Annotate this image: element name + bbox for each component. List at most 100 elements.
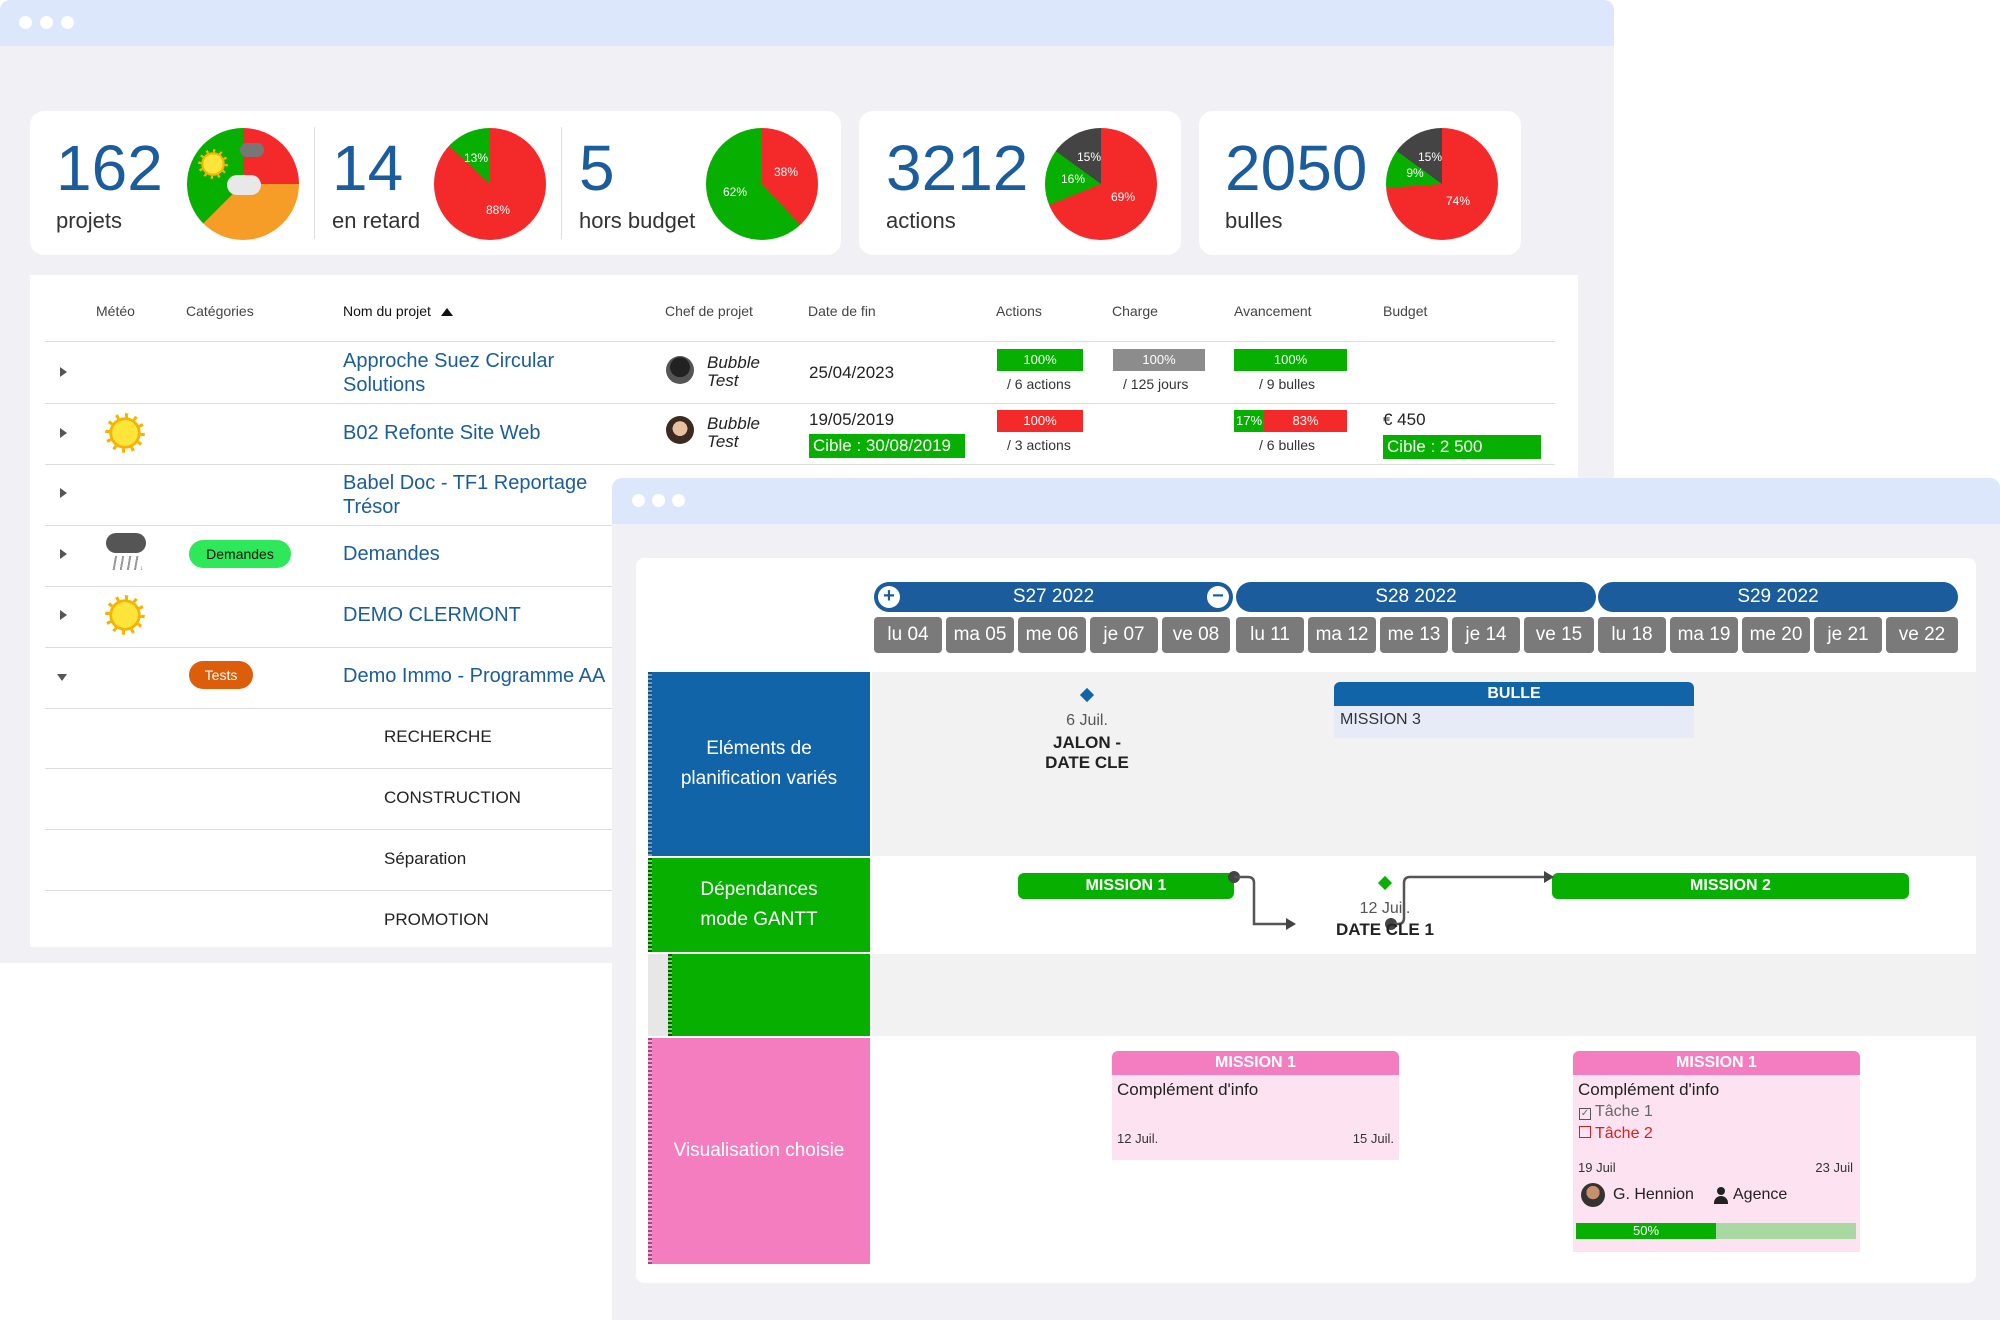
milestone-label-line: DATE CLE	[1045, 753, 1129, 772]
day-header[interactable]: lu 04	[874, 617, 942, 653]
gantt-window: + S27 2022 − S28 2022 S29 2022 lu 04 ma …	[612, 478, 2000, 1320]
mission-start-date: 19 Juil	[1578, 1160, 1616, 1175]
header-categories[interactable]: Catégories	[186, 303, 254, 319]
header-budget[interactable]: Budget	[1383, 303, 1427, 319]
project-name-link[interactable]: Approche Suez Circular Solutions	[343, 349, 554, 397]
header-chef[interactable]: Chef de projet	[665, 303, 753, 319]
mission-bar[interactable]: MISSION 1	[1018, 873, 1234, 899]
mission-bar[interactable]: MISSION 2	[1552, 873, 1909, 899]
sub-project-item[interactable]: PROMOTION	[384, 910, 489, 930]
late-pie-chart: 13% 88%	[434, 128, 546, 240]
mission-card-header[interactable]: MISSION 1	[1112, 1051, 1399, 1075]
window-dot[interactable]	[19, 16, 32, 29]
bulles-pie-chart: 15% 9% 74%	[1386, 128, 1498, 240]
task-item-done[interactable]: ✓ Tâche 1	[1579, 1103, 1653, 1121]
day-header[interactable]: me 06	[1018, 617, 1086, 653]
progress-bar-fill: 50%	[1576, 1223, 1716, 1239]
pie-label: 88%	[485, 203, 511, 217]
day-header[interactable]: ma 19	[1670, 617, 1738, 653]
sub-lane-label[interactable]	[668, 954, 870, 1036]
rain-icon	[110, 556, 142, 570]
header-avancement[interactable]: Avancement	[1234, 303, 1312, 319]
lane-label-line: Eléments de	[706, 738, 812, 759]
bulle-header[interactable]: BULLE	[1334, 682, 1694, 706]
checkbox-checked-icon[interactable]: ✓	[1579, 1108, 1591, 1120]
project-manager: Bubble Test	[707, 415, 760, 451]
arrow-head-icon	[1544, 871, 1554, 883]
divider	[561, 127, 562, 239]
window-dot[interactable]	[40, 16, 53, 29]
lane-label-dependances[interactable]: Dépendances mode GANTT	[648, 858, 870, 952]
expand-row-icon[interactable]	[60, 428, 67, 438]
day-header[interactable]: ve 15	[1524, 617, 1594, 653]
window-dot[interactable]	[652, 494, 665, 507]
task-item-open[interactable]: Tâche 2	[1579, 1125, 1653, 1143]
minus-icon[interactable]: −	[1207, 586, 1229, 608]
pie-label: 13%	[463, 151, 489, 165]
day-header[interactable]: me 13	[1380, 617, 1448, 653]
lane-label-line: Dépendances	[700, 879, 818, 900]
day-header[interactable]: ma 12	[1308, 617, 1376, 653]
header-charge[interactable]: Charge	[1112, 303, 1158, 319]
project-name-link[interactable]: Demo Immo - Programme AA	[343, 664, 605, 688]
day-header[interactable]: je 21	[1814, 617, 1882, 653]
mission-card[interactable]: Complément d'info 12 Juil. 15 Juil.	[1112, 1075, 1399, 1160]
window-dot[interactable]	[61, 16, 74, 29]
category-badge[interactable]: Tests	[189, 661, 253, 689]
milestone-label-line: JALON -	[1053, 733, 1121, 752]
day-header[interactable]: je 14	[1452, 617, 1520, 653]
lane-label-planning[interactable]: Eléments de planification variés	[648, 672, 870, 856]
day-header[interactable]: je 07	[1090, 617, 1158, 653]
lane-handle[interactable]	[648, 672, 652, 856]
day-header[interactable]: ma 05	[946, 617, 1014, 653]
kpi-label: en retard	[332, 208, 421, 233]
mission-card-header[interactable]: MISSION 1	[1573, 1051, 1860, 1075]
expand-row-icon[interactable]	[60, 488, 67, 498]
header-actions[interactable]: Actions	[996, 303, 1042, 319]
project-name-link[interactable]: B02 Refonte Site Web	[343, 421, 541, 445]
week-header[interactable]: S28 2022	[1236, 582, 1596, 612]
project-name-link[interactable]: Babel Doc - TF1 Reportage Trésor	[343, 471, 587, 519]
category-badge[interactable]: Demandes	[189, 540, 291, 568]
header-meteo[interactable]: Météo	[96, 303, 135, 319]
expand-row-icon[interactable]	[60, 367, 67, 377]
lane-handle[interactable]	[668, 954, 672, 1036]
lane-handle[interactable]	[648, 858, 652, 952]
mission-info: Complément d'info	[1117, 1080, 1259, 1099]
day-header[interactable]: lu 11	[1236, 617, 1304, 653]
expand-row-icon[interactable]	[60, 610, 67, 620]
task-label: Tâche 2	[1595, 1125, 1653, 1142]
project-name-link[interactable]: DEMO CLERMONT	[343, 603, 521, 627]
window-dot[interactable]	[632, 494, 645, 507]
day-header[interactable]: ve 08	[1162, 617, 1230, 653]
sub-project-item[interactable]: RECHERCHE	[384, 727, 492, 747]
window-dot[interactable]	[672, 494, 685, 507]
week-header[interactable]: + S27 2022 −	[874, 582, 1233, 612]
sort-asc-icon	[440, 308, 453, 316]
plus-icon[interactable]: +	[878, 586, 900, 608]
target-date-badge: Cible : 30/08/2019	[809, 434, 965, 458]
header-nom-du-projet[interactable]: Nom du projet	[343, 303, 453, 319]
lane-handle[interactable]	[648, 1038, 652, 1264]
window-titlebar	[612, 478, 2000, 524]
day-header[interactable]: me 20	[1742, 617, 1810, 653]
actions-count: / 3 actions	[1007, 437, 1071, 453]
lane-label-line: planification variés	[680, 768, 838, 789]
expand-row-icon[interactable]	[60, 549, 67, 559]
lane-label-visualisation[interactable]: Visualisation choisie	[648, 1038, 870, 1264]
bulle-content[interactable]: MISSION 3	[1334, 706, 1694, 738]
day-header[interactable]: ve 22	[1886, 617, 1958, 653]
sub-project-item[interactable]: CONSTRUCTION	[384, 788, 521, 808]
project-name-link[interactable]: Demandes	[343, 542, 440, 566]
sun-icon	[198, 149, 228, 179]
person-icon	[1713, 1187, 1729, 1205]
gantt-board: + S27 2022 − S28 2022 S29 2022 lu 04 ma …	[636, 558, 1976, 1283]
sub-project-item[interactable]: Séparation	[384, 849, 466, 869]
day-header[interactable]: lu 18	[1598, 617, 1666, 653]
week-header[interactable]: S29 2022	[1598, 582, 1958, 612]
kpi-label: hors budget	[579, 208, 696, 233]
header-date[interactable]: Date de fin	[808, 303, 876, 319]
mission-card[interactable]: Complément d'info ✓ Tâche 1 Tâche 2 19 Ju…	[1573, 1075, 1860, 1252]
checkbox-empty-icon[interactable]	[1579, 1126, 1591, 1138]
collapse-row-icon[interactable]	[57, 674, 67, 681]
